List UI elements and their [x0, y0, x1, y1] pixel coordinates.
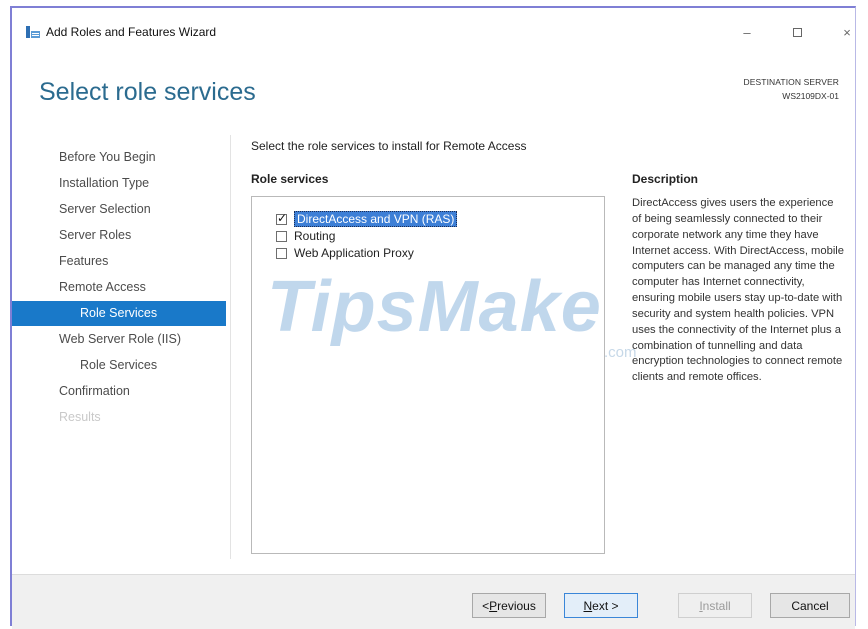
- next-label: ext >: [592, 598, 619, 613]
- nav-item-results: Results: [59, 410, 101, 424]
- next-accelerator: N: [583, 598, 593, 613]
- wizard-window: Add Roles and Features Wizard – × Select…: [10, 6, 856, 629]
- nav-item-features[interactable]: Features: [59, 254, 108, 268]
- minimize-icon: –: [743, 24, 751, 40]
- description-text: DirectAccess gives users the experience …: [632, 197, 845, 384]
- nav-divider: [230, 135, 231, 559]
- nav-item-web-role-services[interactable]: Role Services: [80, 358, 157, 372]
- maximize-button[interactable]: [782, 22, 812, 42]
- role-service-web-application-proxy[interactable]: Web Application Proxy: [276, 245, 414, 261]
- next-button[interactable]: Next >: [564, 593, 638, 618]
- nav-item-web-server-role[interactable]: Web Server Role (IIS): [59, 332, 181, 346]
- role-service-label: Routing: [294, 229, 336, 243]
- nav-item-installation-type[interactable]: Installation Type: [59, 176, 149, 190]
- nav-item-role-services-active[interactable]: Role Services: [12, 301, 226, 326]
- cancel-button[interactable]: Cancel: [770, 593, 850, 618]
- maximize-icon: [792, 27, 802, 37]
- nav-item-server-roles[interactable]: Server Roles: [59, 228, 131, 242]
- description-heading: Description: [632, 172, 699, 186]
- previous-prefix: <: [482, 598, 490, 613]
- minimize-button[interactable]: –: [732, 22, 762, 42]
- nav-item-confirmation[interactable]: Confirmation: [59, 384, 130, 398]
- title-bar: Add Roles and Features Wizard – ×: [12, 8, 855, 42]
- watermark-domain: .com: [604, 344, 637, 361]
- checkbox[interactable]: [276, 230, 287, 242]
- close-button[interactable]: ×: [832, 22, 862, 42]
- role-service-directaccess-vpn[interactable]: DirectAccess and VPN (RAS): [276, 211, 458, 227]
- window-title: Add Roles and Features Wizard: [46, 25, 217, 39]
- previous-accelerator: P: [489, 598, 498, 613]
- server-manager-icon: [26, 26, 40, 38]
- watermark: TipsMake: [267, 267, 602, 347]
- previous-label: revious: [497, 598, 536, 613]
- role-service-label: Web Application Proxy: [294, 246, 414, 260]
- page-title: Select role services: [39, 78, 256, 106]
- install-button: Install: [678, 593, 752, 618]
- role-service-routing[interactable]: Routing: [276, 228, 335, 244]
- nav-item-before-you-begin[interactable]: Before You Begin: [59, 150, 156, 164]
- checkbox-checked[interactable]: [276, 211, 287, 225]
- close-icon: ×: [843, 24, 851, 40]
- instruction-text: Select the role services to install for …: [251, 139, 527, 153]
- destination-server-name: WS2109DX-01: [782, 91, 839, 101]
- role-services-list[interactable]: DirectAccess and VPN (RAS) Routing Web A…: [251, 196, 605, 554]
- role-services-heading: Role services: [251, 172, 329, 186]
- role-service-label: DirectAccess and VPN (RAS): [294, 211, 458, 227]
- nav-item-remote-access[interactable]: Remote Access: [59, 280, 146, 294]
- nav-item-server-selection[interactable]: Server Selection: [59, 202, 151, 216]
- footer-bar: < Previous Next > Install Cancel: [12, 574, 855, 629]
- checkbox[interactable]: [276, 247, 287, 259]
- destination-server-label: DESTINATION SERVER: [743, 77, 839, 87]
- previous-button[interactable]: < Previous: [472, 593, 546, 618]
- install-label: nstall: [702, 598, 731, 613]
